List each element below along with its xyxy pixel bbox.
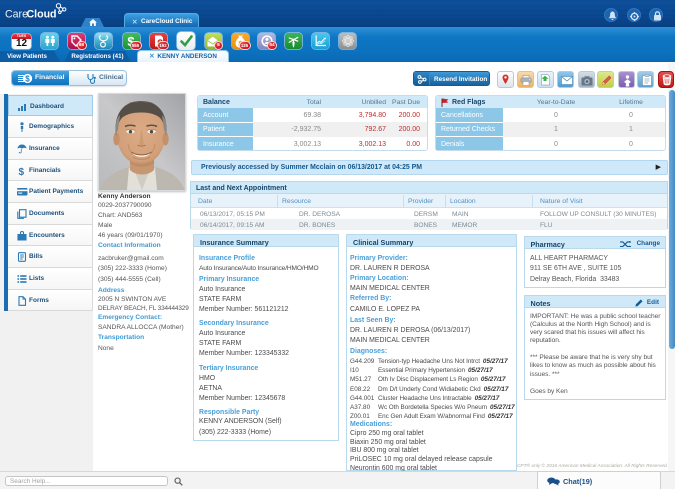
svg-text:$: $	[19, 167, 25, 176]
svg-text:Cloud: Cloud	[27, 9, 57, 21]
svg-text:$: $	[25, 74, 30, 83]
svg-text:Care: Care	[5, 9, 28, 21]
